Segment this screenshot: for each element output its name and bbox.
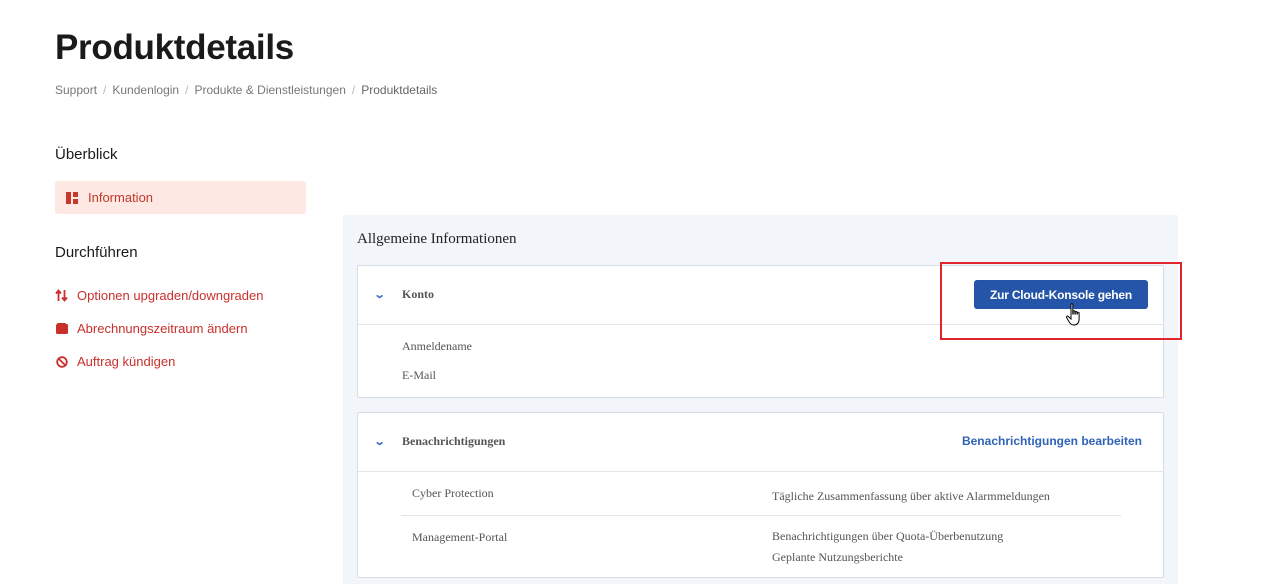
action-cancel-order[interactable]: Auftrag kündigen	[55, 354, 175, 369]
notification-values: Benachrichtigungen über Quota-Überbenutz…	[772, 526, 1003, 568]
overview-heading: Überblick	[55, 146, 118, 163]
breadcrumb-separator: /	[103, 83, 107, 97]
notification-name: Cyber Protection	[412, 486, 494, 500]
action-label: Auftrag kündigen	[77, 354, 176, 369]
action-upgrade-downgrade[interactable]: Optionen upgraden/downgraden	[55, 288, 263, 303]
action-billing-period[interactable]: Abrechnungszeitraum ändern	[55, 321, 248, 336]
wallet-icon	[55, 322, 68, 335]
notifications-card: ⌄ Benachrichtigungen Benachrichtigungen …	[357, 412, 1164, 578]
breadcrumb-separator: /	[351, 83, 356, 97]
highlight-box	[940, 262, 1182, 340]
notifications-card-header[interactable]: ⌄ Benachrichtigungen Benachrichtigungen …	[358, 413, 1163, 472]
notification-row: Cyber Protection Tägliche Zusammenfassun…	[401, 486, 1121, 516]
dashboard-icon	[66, 191, 78, 204]
actions-heading: Durchführen	[55, 244, 138, 261]
panel-title: Allgemeine Informationen	[357, 231, 517, 247]
notification-value: Geplante Nutzungsberichte	[772, 550, 903, 564]
chevron-down-icon[interactable]: ⌄	[374, 288, 386, 301]
chevron-down-icon[interactable]: ⌄	[374, 435, 386, 448]
field-email: E-Mail	[402, 368, 436, 382]
action-label: Abrechnungszeitraum ändern	[77, 321, 248, 336]
notification-value: Tägliche Zusammenfassung über aktive Ala…	[772, 489, 1050, 503]
hand-cursor-icon	[1065, 303, 1080, 326]
konto-label: Konto	[402, 287, 435, 301]
breadcrumb-produkte[interactable]: Produkte & Dienstleistungen	[194, 83, 345, 97]
arrows-updown-icon	[55, 289, 68, 302]
notification-value: Benachrichtigungen über Quota-Überbenutz…	[772, 529, 1004, 543]
notification-name: Management-Portal	[412, 530, 508, 544]
field-login-name: Anmeldename	[402, 339, 472, 353]
notifications-label: Benachrichtigungen	[402, 434, 506, 448]
sidebar-item-label: Information	[88, 190, 154, 205]
edit-notifications-link[interactable]: Benachrichtigungen bearbeiten	[962, 434, 1142, 448]
sidebar-item-information[interactable]: Information	[55, 181, 306, 214]
breadcrumb-separator: /	[185, 83, 189, 97]
page-title: Produktdetails	[55, 28, 294, 67]
breadcrumb-current: Produktdetails	[361, 83, 438, 97]
breadcrumb: Support / Kundenlogin / Produkte & Diens…	[55, 83, 437, 97]
ban-icon	[55, 355, 68, 368]
breadcrumb-kundenlogin[interactable]: Kundenlogin	[112, 83, 179, 97]
action-label: Optionen upgraden/downgraden	[77, 288, 264, 303]
breadcrumb-support[interactable]: Support	[55, 83, 97, 97]
